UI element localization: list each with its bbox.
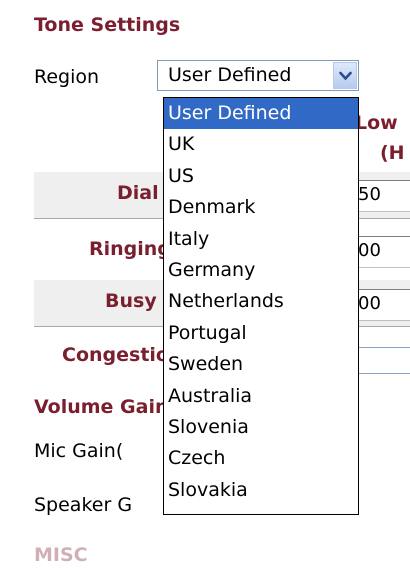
dial-low-freq-value: 50 (358, 184, 381, 205)
region-option-czech[interactable]: Czech (164, 443, 358, 474)
misc-heading: MISC (34, 544, 88, 566)
ringing-low-freq-input[interactable]: 00 (358, 236, 410, 268)
congestion-input-edge (358, 373, 410, 374)
region-label: Region (34, 66, 100, 88)
region-option-user-defined[interactable]: User Defined (164, 98, 358, 130)
ringing-tone-label: Ringing (89, 238, 171, 260)
busy-low-freq-input[interactable]: 00 (358, 289, 410, 321)
volume-gain-heading: Volume Gain (34, 396, 169, 418)
region-option-sweden[interactable]: Sweden (164, 349, 358, 380)
dial-tone-label: Dial (117, 182, 159, 204)
busy-low-freq-value: 00 (358, 293, 381, 314)
mic-gain-label: Mic Gain( (34, 440, 124, 462)
region-option-germany[interactable]: Germany (164, 255, 358, 286)
region-option-netherlands[interactable]: Netherlands (164, 286, 358, 317)
dial-low-freq-input[interactable]: 50 (358, 180, 410, 212)
region-option-portugal[interactable]: Portugal (164, 318, 358, 349)
dropdown-button[interactable] (333, 62, 357, 89)
region-option-australia[interactable]: Australia (164, 381, 358, 412)
speaker-gain-label: Speaker G (34, 494, 133, 516)
region-dropdown-list: User Defined UK US Denmark Italy Germany… (163, 97, 359, 515)
region-option-italy[interactable]: Italy (164, 224, 358, 255)
busy-tone-label: Busy (105, 290, 157, 312)
region-option-slovenia[interactable]: Slovenia (164, 412, 358, 443)
region-option-uk[interactable]: UK (164, 129, 358, 160)
region-option-slovakia[interactable]: Slovakia (164, 475, 358, 506)
low-freq-header: Low (355, 112, 398, 134)
tone-settings-heading: Tone Settings (34, 14, 181, 36)
region-option-denmark[interactable]: Denmark (164, 192, 358, 223)
ringing-low-freq-value: 00 (358, 240, 381, 261)
chevron-down-icon (339, 71, 352, 81)
region-option-us[interactable]: US (164, 161, 358, 192)
region-select-value: User Defined (168, 64, 292, 86)
freq-unit-header: (H (380, 142, 405, 164)
congestion-input-edge (358, 347, 410, 348)
region-select[interactable]: User Defined (157, 60, 359, 91)
